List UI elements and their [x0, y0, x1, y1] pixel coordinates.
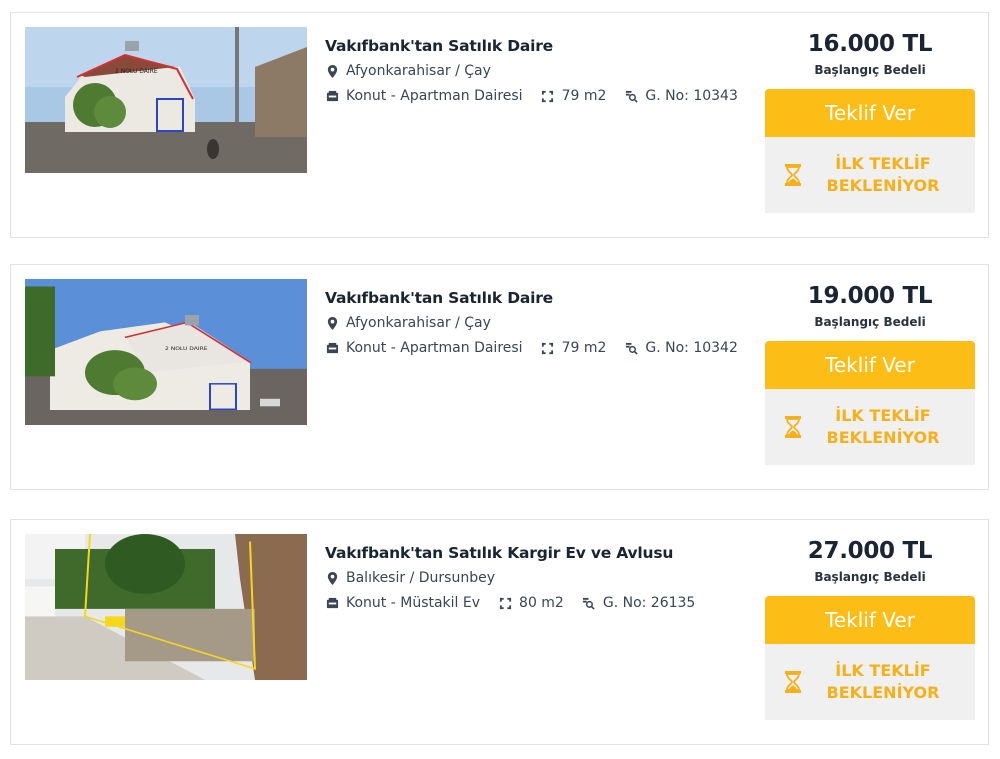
search-doc-icon: [582, 596, 596, 610]
area-icon: [541, 341, 555, 355]
price-label: Başlangıç Bedeli: [814, 315, 926, 329]
listing-price: 27.000 TL: [807, 538, 933, 564]
listing-price: 19.000 TL: [807, 283, 933, 309]
listing-area: 79 m2: [561, 340, 607, 356]
price-label: Başlangıç Bedeli: [814, 570, 926, 584]
building-icon: [325, 596, 339, 610]
listing-title[interactable]: Vakıfbank'tan Satılık Daire: [325, 289, 765, 307]
hourglass-icon: [785, 416, 801, 438]
map-pin-icon: [325, 316, 339, 330]
listing-title[interactable]: Vakıfbank'tan Satılık Daire: [325, 37, 765, 55]
area-icon: [541, 89, 555, 103]
listing-type: Konut - Müstakil Ev: [346, 595, 481, 611]
photo-label: 2 NOLU DAIRE: [165, 347, 208, 352]
status-line-1: İLK TEKLİF: [835, 154, 931, 173]
listing-photo[interactable]: [25, 534, 307, 680]
listing-card[interactable]: Vakıfbank'tan Satılık Kargir Ev ve Avlus…: [10, 519, 989, 745]
listing-area: 79 m2: [561, 88, 607, 104]
listing-title[interactable]: Vakıfbank'tan Satılık Kargir Ev ve Avlus…: [325, 544, 765, 562]
listing-photo[interactable]: 2 NOLU DAIRE: [25, 279, 307, 425]
map-pin-icon: [325, 64, 339, 78]
building-icon: [325, 341, 339, 355]
photo-label: 2 NOLU DAIRE: [115, 68, 158, 75]
listing-price: 16.000 TL: [807, 31, 933, 57]
status-line-2: BEKLENİYOR: [826, 176, 940, 195]
listing-gno: G. No: 26135: [602, 595, 696, 611]
listing-location: Balıkesir / Dursunbey: [346, 570, 495, 586]
listing-area: 80 m2: [519, 595, 564, 611]
listing-location: Afyonkarahisar / Çay: [346, 315, 491, 331]
bid-button[interactable]: Teklif Ver: [765, 341, 975, 389]
listing-card[interactable]: 2 NOLU DAIRE Vakıfbank'tan Satılık Daire…: [10, 264, 989, 490]
hourglass-icon: [785, 671, 801, 693]
search-doc-icon: [624, 341, 638, 355]
status-box: İLK TEKLİF BEKLENİYOR: [765, 137, 975, 213]
status-line-2: BEKLENİYOR: [826, 683, 940, 702]
search-doc-icon: [624, 89, 638, 103]
listing-photo[interactable]: 2 NOLU DAIRE: [25, 27, 307, 173]
listing-gno: G. No: 10343: [645, 88, 738, 104]
listing-gno: G. No: 10342: [645, 340, 738, 356]
area-icon: [498, 596, 512, 610]
status-line-1: İLK TEKLİF: [835, 661, 931, 680]
map-pin-icon: [325, 571, 339, 585]
listing-type: Konut - Apartman Dairesi: [346, 340, 523, 356]
status-line-1: İLK TEKLİF: [835, 406, 931, 425]
status-line-2: BEKLENİYOR: [826, 428, 940, 447]
listing-location: Afyonkarahisar / Çay: [346, 63, 491, 79]
bid-button[interactable]: Teklif Ver: [765, 596, 975, 644]
price-label: Başlangıç Bedeli: [814, 63, 926, 77]
status-box: İLK TEKLİF BEKLENİYOR: [765, 644, 975, 720]
bid-button[interactable]: Teklif Ver: [765, 89, 975, 137]
status-box: İLK TEKLİF BEKLENİYOR: [765, 389, 975, 465]
hourglass-icon: [785, 164, 801, 186]
listing-card[interactable]: 2 NOLU DAIRE Vakıfbank'tan Satılık Daire…: [10, 12, 989, 238]
building-icon: [325, 89, 339, 103]
listing-type: Konut - Apartman Dairesi: [346, 88, 523, 104]
